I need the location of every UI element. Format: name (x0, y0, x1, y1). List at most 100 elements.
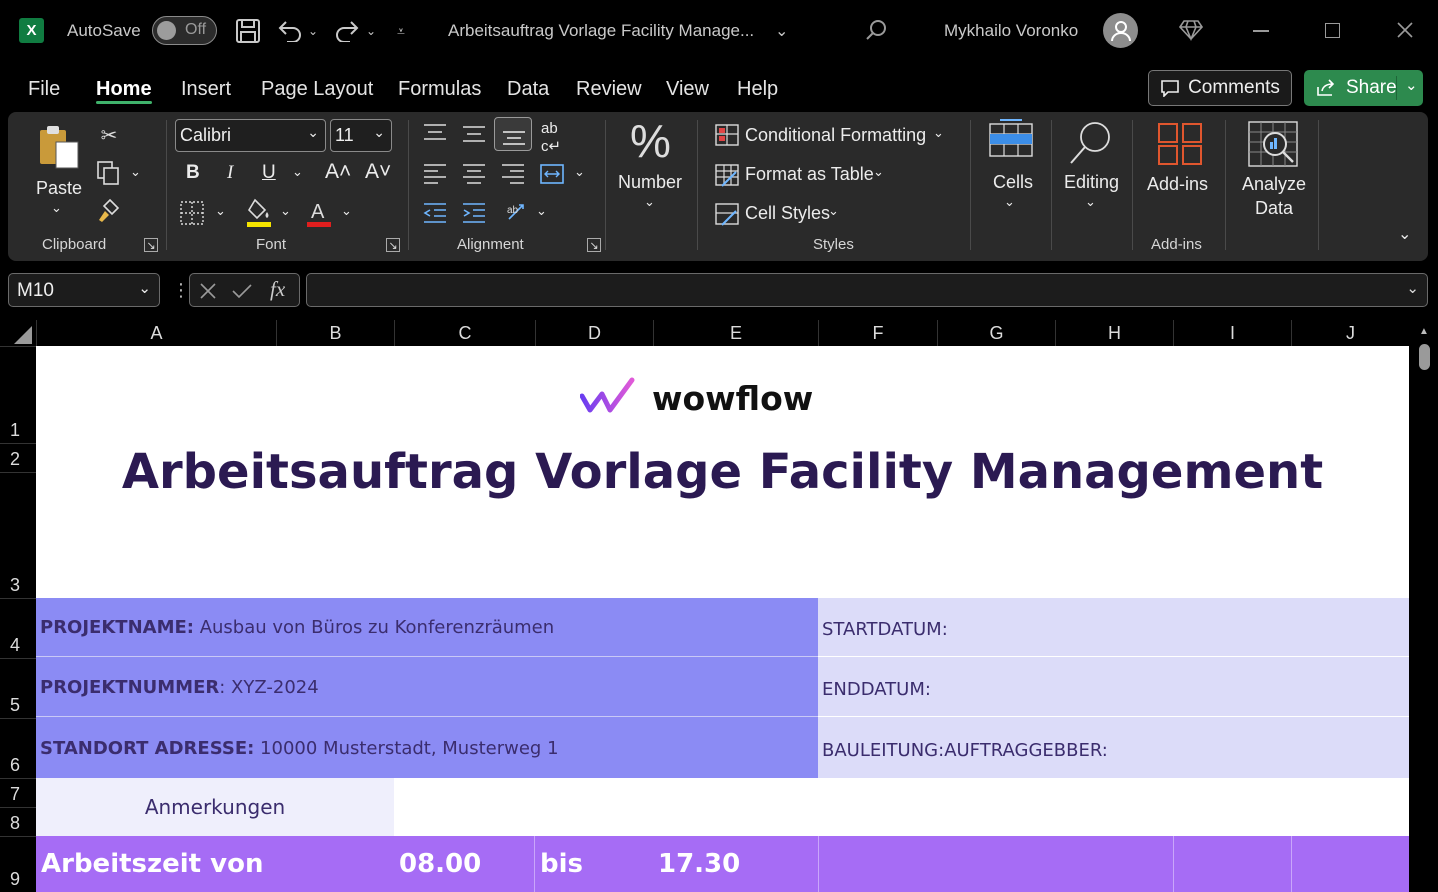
cell-arbeitszeit-von[interactable]: 08.00 (399, 836, 481, 892)
insert-function-icon[interactable]: fx (270, 277, 285, 302)
name-box-dropdown-icon[interactable]: ⌄ (138, 279, 151, 297)
column-header-h[interactable]: H (1055, 320, 1173, 346)
column-header-g[interactable]: G (937, 320, 1055, 346)
borders-dropdown-icon[interactable]: ⌄ (215, 203, 226, 219)
diamond-icon[interactable] (1179, 19, 1203, 41)
column-header-d[interactable]: D (535, 320, 653, 346)
vertical-scrollbar[interactable]: ▲ (1412, 320, 1438, 892)
align-left-icon[interactable] (422, 162, 448, 186)
alignment-launcher-icon[interactable]: ↘ (587, 238, 601, 252)
bold-button[interactable]: B (186, 162, 200, 184)
row-header-7[interactable]: 7 (0, 778, 36, 807)
cell-projektnummer[interactable]: PROJEKTNUMMER : XYZ-2024 (36, 658, 818, 717)
row-header-8[interactable]: 8 (0, 807, 36, 836)
minimize-icon[interactable] (1253, 30, 1269, 32)
close-icon[interactable] (1397, 22, 1413, 38)
ribbon-expand-icon[interactable]: ⌄ (1398, 224, 1411, 244)
worksheet[interactable]: wowflow Arbeitsauftrag Vorlage Facility … (36, 346, 1409, 892)
tab-insert[interactable]: Insert (181, 78, 231, 101)
row-header-1[interactable]: 1 (0, 346, 36, 443)
cell-arbeitszeit-bis[interactable]: 17.30 (658, 836, 740, 892)
tab-page-layout[interactable]: Page Layout (261, 78, 373, 101)
share-button[interactable]: Share ⌄ (1304, 70, 1423, 106)
italic-button[interactable]: I (227, 162, 233, 184)
font-color-icon[interactable]: A (306, 198, 332, 228)
document-title[interactable]: Arbeitsauftrag Vorlage Facility Manage..… (448, 0, 754, 62)
cell-arbeitszeit-label[interactable]: Arbeitszeit von (41, 836, 264, 892)
customize-toolbar-icon[interactable]: ⩡ (397, 0, 405, 62)
column-header-a[interactable]: A (36, 320, 276, 346)
tab-view[interactable]: View (666, 78, 709, 101)
cell-bis-label[interactable]: bis (540, 836, 583, 892)
row-header-2[interactable]: 2 (0, 443, 36, 472)
format-as-table-icon[interactable] (714, 162, 740, 188)
decrease-indent-icon[interactable] (422, 201, 448, 225)
decrease-font-icon[interactable]: A˅ (365, 160, 391, 184)
clipboard-launcher-icon[interactable]: ↘ (144, 238, 158, 252)
editing-dropdown-icon[interactable]: ⌄ (1085, 194, 1096, 210)
conditional-formatting-icon[interactable] (714, 122, 740, 148)
cells-label[interactable]: Cells (993, 172, 1033, 193)
format-as-table-button[interactable]: Format as Table (745, 164, 874, 185)
undo-dropdown-icon[interactable]: ⌄ (308, 0, 318, 62)
column-header-c[interactable]: C (394, 320, 535, 346)
maximize-icon[interactable] (1325, 23, 1340, 38)
cell-standort-adresse[interactable]: STANDORT ADRESSE: 10000 Musterstadt, Mus… (36, 718, 818, 778)
number-dropdown-icon[interactable]: ⌄ (644, 194, 655, 210)
column-header-b[interactable]: B (276, 320, 394, 346)
formula-input[interactable]: ⌄ (306, 273, 1428, 307)
tab-help[interactable]: Help (737, 78, 778, 101)
editing-label[interactable]: Editing (1064, 172, 1119, 193)
addins-icon[interactable] (1157, 122, 1203, 166)
paste-dropdown-icon[interactable]: ⌄ (51, 200, 62, 216)
confirm-entry-icon[interactable] (232, 283, 252, 299)
merge-center-icon[interactable] (539, 162, 565, 186)
analyze-data-icon[interactable] (1247, 120, 1299, 168)
format-painter-icon[interactable] (96, 198, 122, 224)
row-header-3[interactable]: 3 (0, 472, 36, 598)
wrap-text-icon[interactable]: ab c↵ (541, 120, 561, 155)
orientation-icon[interactable]: ab (505, 199, 533, 225)
title-dropdown-icon[interactable]: ⌄ (775, 0, 788, 62)
tab-file[interactable]: File (28, 78, 60, 101)
tab-review[interactable]: Review (576, 78, 642, 101)
redo-dropdown-icon[interactable]: ⌄ (366, 0, 376, 62)
cell-anmerkungen[interactable]: Anmerkungen (36, 778, 394, 836)
align-middle-icon[interactable] (461, 122, 487, 146)
font-color-dropdown-icon[interactable]: ⌄ (341, 203, 352, 219)
align-right-icon[interactable] (500, 162, 526, 186)
comments-button[interactable]: Comments (1148, 70, 1292, 106)
cell-styles-dropdown-icon[interactable]: ⌄ (828, 203, 839, 219)
editing-search-icon[interactable] (1068, 120, 1114, 166)
tab-formulas[interactable]: Formulas (398, 78, 481, 101)
increase-font-icon[interactable]: A˄ (325, 160, 351, 184)
cell-projektname[interactable]: PROJEKTNAME: Ausbau von Büros zu Konfere… (36, 598, 818, 657)
tab-data[interactable]: Data (507, 78, 549, 101)
autosave-toggle[interactable]: Off (152, 16, 217, 45)
row-header-5[interactable]: 5 (0, 658, 36, 718)
tab-home[interactable]: Home (96, 78, 152, 101)
name-box[interactable]: M10 ⌄ (8, 273, 160, 307)
row-header-6[interactable]: 6 (0, 718, 36, 778)
font-size-select[interactable]: 11 ⌄ (330, 119, 392, 152)
redo-icon[interactable] (334, 18, 360, 42)
cell-bauleitung[interactable]: BAULEITUNG:AUFTRAGGEBBER: (818, 718, 1409, 778)
cell-styles-icon[interactable] (714, 201, 740, 227)
cell-startdatum[interactable]: STARTDATUM: (818, 598, 1409, 657)
scrollbar-thumb[interactable] (1419, 344, 1430, 370)
conditional-formatting-button[interactable]: Conditional Formatting (745, 125, 926, 146)
increase-indent-icon[interactable] (461, 201, 487, 225)
align-center-icon[interactable] (461, 162, 487, 186)
underline-button[interactable]: U (262, 162, 276, 184)
analyze-data-label-line1[interactable]: Analyze (1242, 174, 1306, 195)
number-label[interactable]: Number (618, 172, 682, 193)
column-header-f[interactable]: F (818, 320, 937, 346)
cancel-entry-icon[interactable] (200, 283, 216, 299)
format-as-table-dropdown-icon[interactable]: ⌄ (873, 164, 884, 180)
column-header-i[interactable]: I (1173, 320, 1291, 346)
column-header-j[interactable]: J (1291, 320, 1409, 346)
row-header-4[interactable]: 4 (0, 598, 36, 658)
align-bottom-button[interactable] (494, 117, 532, 151)
scroll-up-icon[interactable]: ▲ (1419, 326, 1429, 337)
align-top-icon[interactable] (422, 122, 448, 146)
